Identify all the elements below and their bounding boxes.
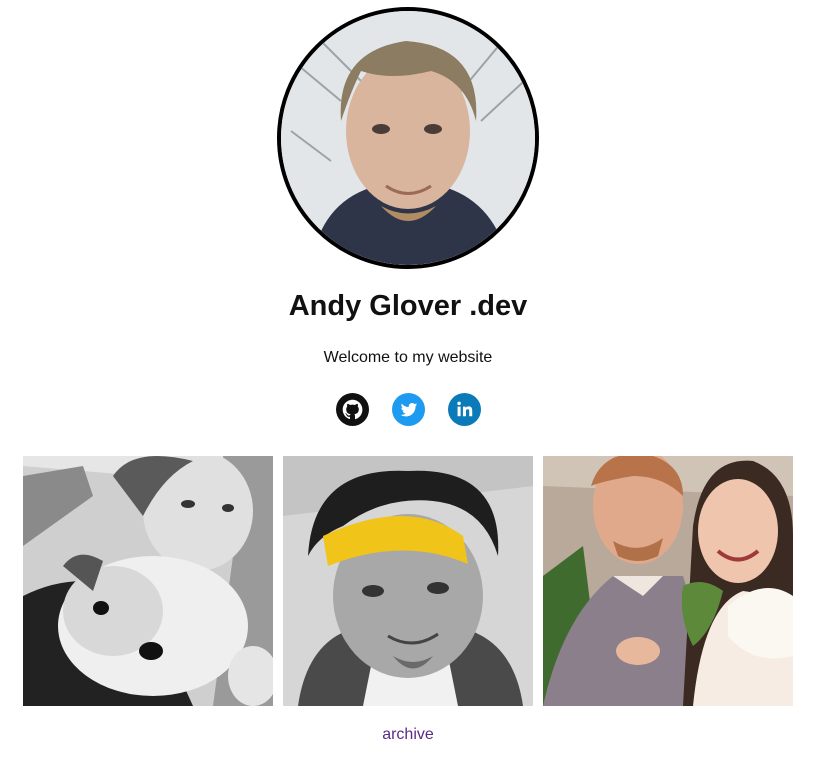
- github-icon: [335, 393, 369, 426]
- linkedin-link[interactable]: [447, 393, 481, 426]
- twitter-icon: [391, 393, 425, 426]
- github-link[interactable]: [335, 393, 369, 426]
- archive-link[interactable]: archive: [0, 726, 816, 744]
- avatar: [277, 7, 539, 269]
- tagline: Welcome to my website: [323, 349, 493, 366]
- gallery-photo-3[interactable]: [543, 456, 793, 706]
- avatar-photo: [281, 11, 535, 265]
- page-title: Andy Glover .dev: [288, 290, 528, 322]
- twitter-link[interactable]: [391, 393, 425, 426]
- photo-yellow-headband: [283, 456, 533, 706]
- photo-wedding: [543, 456, 793, 706]
- linkedin-icon: [447, 393, 481, 426]
- gallery-photo-1[interactable]: [23, 456, 273, 706]
- photo-with-dog: [23, 456, 273, 706]
- gallery-photo-2[interactable]: [283, 456, 533, 706]
- social-links: [0, 393, 816, 427]
